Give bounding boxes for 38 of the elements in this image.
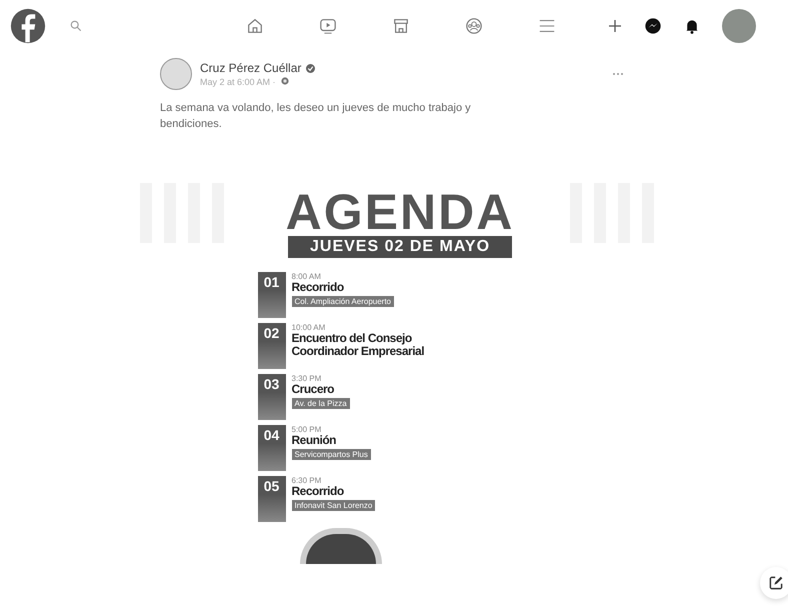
item-number: 04 (258, 425, 286, 471)
item-location: Infonavit San Lorenzo (292, 500, 376, 511)
item-title: Recorrido (292, 281, 345, 294)
messenger-icon[interactable] (644, 17, 662, 35)
verified-badge-icon (306, 64, 316, 72)
post-text: La semana va volando, les deseo un jueves de mucho trabajo y bendiciones. (160, 101, 472, 132)
groups-icon[interactable] (465, 17, 483, 35)
author-name[interactable]: Cruz Pérez Cuéllar (200, 61, 302, 75)
agenda-title: AGENDA (286, 188, 514, 236)
item-location: Col. Ampliación Aeropuerto (292, 296, 394, 307)
menu-icon[interactable] (538, 17, 556, 35)
item-title: Reunión (292, 434, 337, 447)
video-icon[interactable] (319, 17, 337, 35)
store-icon[interactable] (392, 17, 410, 35)
bell-icon[interactable] (684, 18, 700, 34)
item-time: 10:00 AM (292, 323, 326, 332)
compose-icon[interactable] (760, 567, 788, 599)
profile-avatar[interactable] (722, 9, 756, 43)
item-time: 8:00 AM (292, 272, 321, 281)
item-time: 3:30 PM (292, 374, 322, 383)
item-location: Servicompartos Plus (292, 449, 371, 460)
item-title: Encuentro del Consejo Coordinador Empresarial (292, 332, 426, 358)
item-title: Recorrido (292, 485, 345, 498)
agenda-date: JUEVES 02 DE MAYO (288, 236, 512, 258)
item-number: 01 (258, 272, 286, 318)
item-title: Crucero (292, 383, 336, 396)
globe-icon (280, 77, 289, 85)
item-time: 6:30 PM (292, 476, 322, 485)
item-time: 5:00 PM (292, 425, 322, 434)
search-icon[interactable] (70, 20, 82, 32)
item-location: Av. de la Pizza (292, 398, 350, 409)
plus-icon[interactable] (608, 19, 622, 33)
item-number: 03 (258, 374, 286, 420)
home-icon[interactable] (246, 17, 264, 35)
item-number: 02 (258, 323, 286, 369)
item-number: 05 (258, 476, 286, 522)
facebook-logo-icon[interactable] (10, 8, 46, 44)
author-avatar[interactable] (160, 58, 192, 90)
